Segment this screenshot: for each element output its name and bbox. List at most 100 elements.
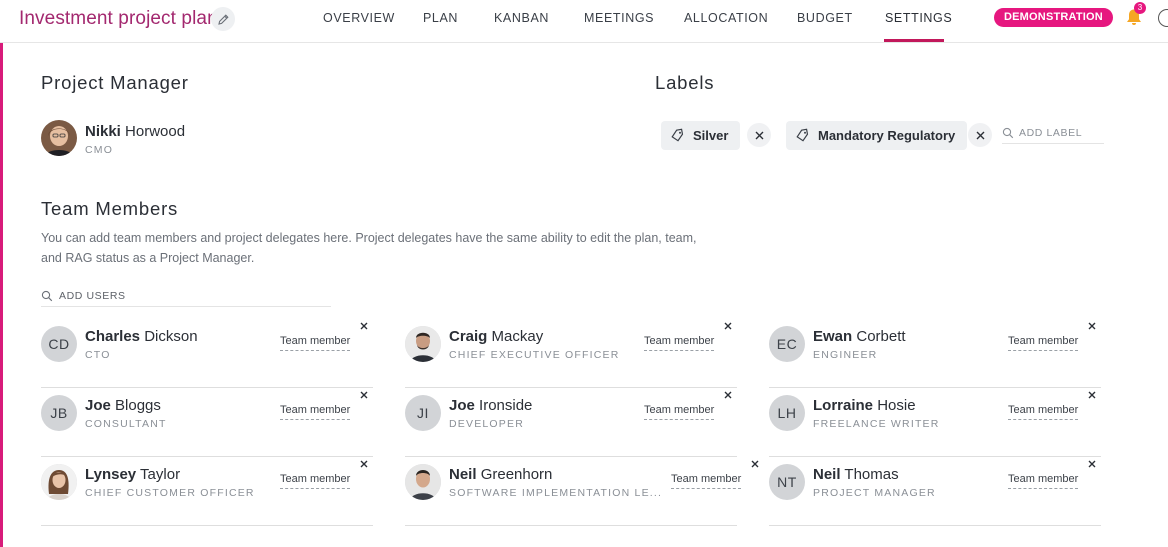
member-type-selector[interactable]: Team member — [1008, 335, 1079, 351]
team-member-card: JB Joe Bloggs CONSULTANT Team member — [41, 388, 373, 457]
last-name: Greenhorn — [480, 466, 553, 483]
close-icon — [976, 131, 984, 139]
member-type-selector[interactable]: Team member — [644, 335, 715, 351]
close-icon — [755, 131, 763, 139]
member-role: CTO — [85, 349, 111, 361]
remove-member-button[interactable] — [1085, 319, 1099, 333]
tab-meetings[interactable]: MEETINGS — [584, 11, 654, 25]
edit-title-button[interactable] — [211, 7, 235, 31]
remove-member-button[interactable] — [357, 388, 371, 402]
member-role: CHIEF CUSTOMER OFFICER — [85, 487, 255, 499]
remove-member-button[interactable] — [357, 457, 371, 471]
label-chip-mandatory-regulatory[interactable]: Mandatory Regulatory — [786, 121, 968, 150]
project-title: Investment project plan — [19, 8, 218, 29]
remove-member-button[interactable] — [721, 388, 735, 402]
tag-icon — [671, 128, 684, 142]
first-name: Lynsey — [85, 466, 137, 483]
add-label-input[interactable]: ADD LABEL — [1002, 122, 1104, 144]
remove-label-silver-button[interactable] — [747, 123, 771, 147]
first-name: Joe — [85, 397, 111, 414]
last-name: Corbett — [856, 328, 906, 345]
avatar: NT — [769, 464, 805, 500]
project-manager-avatar — [41, 120, 77, 156]
remove-member-button[interactable] — [1085, 457, 1099, 471]
last-name: Hosie — [877, 397, 916, 414]
member-type-selector[interactable]: Team member — [671, 473, 742, 489]
close-icon — [724, 322, 732, 330]
avatar: EC — [769, 326, 805, 362]
avatar — [405, 464, 441, 500]
team-members-description: You can add team members and project del… — [41, 231, 697, 265]
member-role: FREELANCE WRITER — [813, 418, 940, 430]
avatar: JB — [41, 395, 77, 431]
labels-heading: Labels — [655, 72, 715, 93]
tab-kanban[interactable]: KANBAN — [494, 11, 549, 25]
last-name: Mackay — [491, 328, 544, 345]
remove-member-button[interactable] — [748, 457, 762, 471]
project-manager-info: Nikki Horwood CMO — [85, 123, 185, 156]
member-type-selector[interactable]: Team member — [1008, 473, 1079, 489]
member-role: ENGINEER — [813, 349, 878, 361]
person-photo-icon — [41, 464, 77, 500]
member-role: CHIEF EXECUTIVE OFFICER — [449, 349, 620, 361]
last-name: Ironside — [479, 397, 533, 414]
last-name: Taylor — [140, 466, 181, 483]
team-member-card: EC Ewan Corbett ENGINEER Team member — [769, 319, 1101, 388]
team-members-heading: Team Members — [41, 198, 179, 219]
label-chip-silver[interactable]: Silver — [661, 121, 741, 150]
member-role: PROJECT MANAGER — [813, 487, 936, 499]
member-type-selector[interactable]: Team member — [280, 404, 351, 420]
team-member-card: CD Charles Dickson CTO Team member — [41, 319, 373, 388]
remove-member-button[interactable] — [1085, 388, 1099, 402]
member-type-selector[interactable]: Team member — [280, 335, 351, 351]
member-type-selector[interactable]: Team member — [1008, 404, 1079, 420]
avatar: JI — [405, 395, 441, 431]
first-name: Joe — [449, 397, 475, 414]
member-type-selector[interactable]: Team member — [280, 473, 351, 489]
team-member-card: Lynsey Taylor CHIEF CUSTOMER OFFICER Tea… — [41, 457, 373, 526]
project-manager-role: CMO — [85, 144, 114, 156]
close-icon — [1088, 322, 1096, 330]
close-icon — [1088, 460, 1096, 468]
label-chip-text: Silver — [693, 128, 729, 143]
avatar: CD — [41, 326, 77, 362]
avatar: LH — [769, 395, 805, 431]
close-icon — [724, 391, 732, 399]
search-icon — [1002, 127, 1014, 138]
help-icon[interactable] — [1158, 9, 1168, 27]
team-member-card: Craig Mackay CHIEF EXECUTIVE OFFICER Tea… — [405, 319, 737, 388]
avatar — [41, 464, 77, 500]
tab-allocation[interactable]: ALLOCATION — [684, 11, 768, 25]
member-type-selector[interactable]: Team member — [644, 404, 715, 420]
tab-budget[interactable]: BUDGET — [797, 11, 853, 25]
remove-label-mandatory-button[interactable] — [968, 123, 992, 147]
first-name: Neil — [449, 466, 477, 483]
close-icon — [1088, 391, 1096, 399]
person-photo-icon — [405, 326, 441, 362]
first-name: Charles — [85, 328, 141, 345]
first-name: Nikki — [85, 123, 121, 140]
demonstration-badge: DEMONSTRATION — [994, 8, 1113, 27]
close-icon — [751, 460, 759, 468]
close-icon — [360, 391, 368, 399]
notification-count-badge: 3 — [1134, 2, 1146, 14]
add-users-input[interactable]: ADD USERS — [41, 285, 331, 307]
remove-member-button[interactable] — [721, 319, 735, 333]
last-name: Thomas — [844, 466, 899, 483]
person-photo-icon — [405, 464, 441, 500]
last-name: Bloggs — [115, 397, 161, 414]
tag-icon — [796, 128, 809, 142]
project-manager-heading: Project Manager — [41, 72, 189, 93]
close-icon — [360, 322, 368, 330]
close-icon — [360, 460, 368, 468]
add-users-placeholder: ADD USERS — [59, 289, 126, 302]
tab-settings[interactable]: SETTINGS — [885, 11, 952, 25]
tab-plan[interactable]: PLAN — [423, 11, 458, 25]
remove-member-button[interactable] — [357, 319, 371, 333]
avatar — [405, 326, 441, 362]
top-navigation-bar: Investment project plan OVERVIEW PLAN KA… — [0, 0, 1168, 43]
active-tab-indicator — [884, 39, 944, 42]
team-member-card: Neil Greenhorn SOFTWARE IMPLEMENTATION L… — [405, 457, 759, 526]
first-name: Ewan — [813, 328, 853, 345]
tab-overview[interactable]: OVERVIEW — [323, 11, 395, 25]
